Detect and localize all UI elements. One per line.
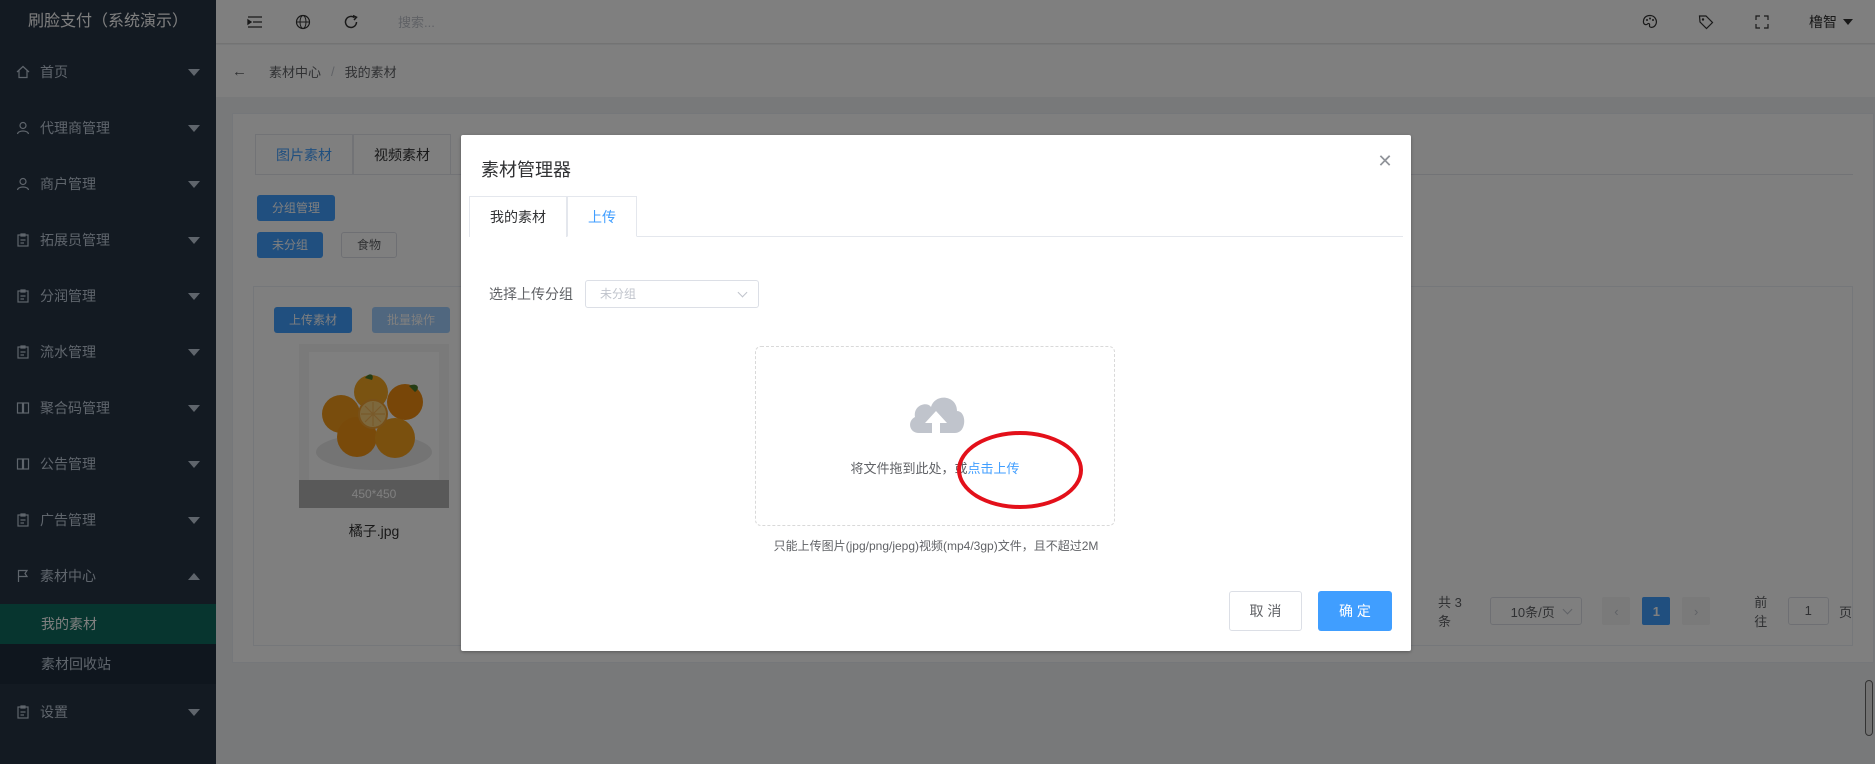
dialog-tab-my-material[interactable]: 我的素材 [469, 196, 567, 237]
highlight-circle-annotation [957, 431, 1083, 509]
dialog-tabs: 我的素材 上传 [469, 196, 1403, 237]
dialog-tab-upload[interactable]: 上传 [567, 196, 637, 237]
cancel-button[interactable]: 取 消 [1229, 591, 1302, 631]
upload-group-placeholder: 未分组 [600, 287, 637, 301]
chevron-down-icon [737, 287, 748, 298]
cloud-upload-icon [910, 397, 965, 435]
upload-group-label: 选择上传分组 [489, 286, 573, 302]
upload-group-select[interactable]: 未分组 [585, 280, 759, 308]
drop-hint: 将文件拖到此处，或 [850, 461, 968, 476]
close-icon[interactable]: ✕ [1377, 152, 1393, 170]
confirm-button[interactable]: 确 定 [1318, 591, 1392, 631]
dialog-title: 素材管理器 [481, 160, 571, 180]
upload-tip: 只能上传图片(jpg/png/jepg)视频(mp4/3gp)文件，且不超过2M [773, 539, 1099, 553]
material-manager-dialog: 素材管理器 ✕ 我的素材 上传 选择上传分组 未分组 将文件拖到此处，或点击上传… [461, 135, 1411, 651]
